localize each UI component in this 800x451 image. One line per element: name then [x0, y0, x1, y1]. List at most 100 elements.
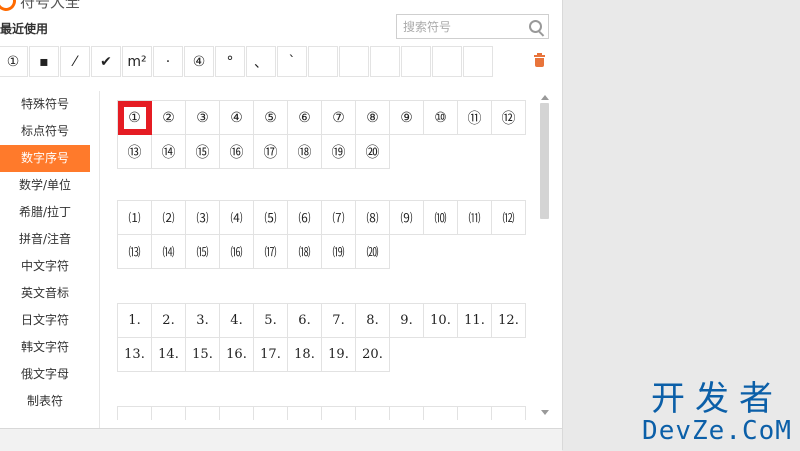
recent-symbol-cell[interactable]: 、: [246, 46, 276, 77]
scroll-up-arrow-icon[interactable]: [541, 95, 549, 100]
sidebar-item[interactable]: 日文字符: [0, 307, 90, 334]
recent-symbol-cell[interactable]: °: [215, 46, 245, 77]
content-scrollbar[interactable]: [538, 91, 552, 419]
sidebar-item[interactable]: 俄文字母: [0, 361, 90, 388]
symbol-cell[interactable]: [424, 407, 458, 420]
symbol-cell-selected[interactable]: ①: [118, 101, 152, 135]
recent-symbol-cell[interactable]: ▪: [29, 46, 59, 77]
symbol-cell[interactable]: 19.: [322, 338, 356, 372]
symbol-cell[interactable]: 20.: [356, 338, 390, 372]
symbol-cell[interactable]: ⑷: [220, 201, 254, 235]
symbol-cell[interactable]: ⒇: [356, 235, 390, 269]
recent-symbol-cell[interactable]: [401, 46, 431, 77]
recent-symbol-cell[interactable]: `: [277, 46, 307, 77]
symbol-cell[interactable]: ⒀: [118, 235, 152, 269]
symbol-cell[interactable]: 8.: [356, 304, 390, 338]
sidebar-item[interactable]: 希腊/拉丁: [0, 199, 90, 226]
symbol-cell[interactable]: 10.: [424, 304, 458, 338]
symbol-cell[interactable]: ⑱: [288, 135, 322, 169]
recent-symbol-cell[interactable]: [370, 46, 400, 77]
scrollbar-thumb[interactable]: [540, 103, 549, 219]
symbol-cell[interactable]: 3.: [186, 304, 220, 338]
symbol-cell[interactable]: ⑩: [424, 101, 458, 135]
symbol-cell[interactable]: [220, 407, 254, 420]
recent-symbol-cell[interactable]: ✔: [91, 46, 121, 77]
symbol-cell[interactable]: ⑽: [424, 201, 458, 235]
symbol-cell[interactable]: ⑬: [118, 135, 152, 169]
symbol-cell[interactable]: ⒆: [322, 235, 356, 269]
symbol-cell[interactable]: ⑧: [356, 101, 390, 135]
symbol-cell[interactable]: ⑮: [186, 135, 220, 169]
symbol-cell[interactable]: [288, 407, 322, 420]
recent-symbol-cell[interactable]: ④: [184, 46, 214, 77]
sidebar-item[interactable]: 英文音标: [0, 280, 90, 307]
symbol-cell[interactable]: 1.: [118, 304, 152, 338]
symbol-cell[interactable]: ⑥: [288, 101, 322, 135]
symbol-cell[interactable]: ⒁: [152, 235, 186, 269]
symbol-cell[interactable]: ⑯: [220, 135, 254, 169]
symbol-cell[interactable]: 7.: [322, 304, 356, 338]
symbol-cell[interactable]: 13.: [118, 338, 152, 372]
symbol-cell[interactable]: [322, 407, 356, 420]
symbol-cell[interactable]: [186, 407, 220, 420]
symbol-cell[interactable]: 9.: [390, 304, 424, 338]
symbol-cell[interactable]: ⒅: [288, 235, 322, 269]
sidebar-item[interactable]: 拼音/注音: [0, 226, 90, 253]
symbol-cell[interactable]: ⑿: [492, 201, 526, 235]
symbol-cell[interactable]: ⑻: [356, 201, 390, 235]
recent-symbol-cell[interactable]: ·: [153, 46, 183, 77]
symbol-cell[interactable]: 4.: [220, 304, 254, 338]
scroll-down-arrow-icon[interactable]: [541, 410, 549, 415]
search-input[interactable]: [397, 15, 534, 38]
symbol-cell[interactable]: ⒄: [254, 235, 288, 269]
search-box[interactable]: [396, 14, 549, 39]
symbol-cell[interactable]: ⑫: [492, 101, 526, 135]
symbol-cell[interactable]: 2.: [152, 304, 186, 338]
sidebar-item[interactable]: 数字序号: [0, 145, 90, 172]
symbol-cell[interactable]: 6.: [288, 304, 322, 338]
sidebar-item[interactable]: 韩文字符: [0, 334, 90, 361]
symbol-cell[interactable]: ⑵: [152, 201, 186, 235]
symbol-cell[interactable]: ⑪: [458, 101, 492, 135]
recent-symbol-cell[interactable]: [308, 46, 338, 77]
symbol-cell[interactable]: 12.: [492, 304, 526, 338]
symbol-cell[interactable]: ⑳: [356, 135, 390, 169]
sidebar-item[interactable]: 数学/单位: [0, 172, 90, 199]
symbol-cell[interactable]: [152, 407, 186, 420]
search-icon[interactable]: [529, 20, 542, 33]
symbol-cell[interactable]: [492, 407, 526, 420]
symbol-cell[interactable]: [254, 407, 288, 420]
symbol-cell[interactable]: [390, 407, 424, 420]
sidebar-item[interactable]: 制表符: [0, 388, 90, 415]
symbol-cell[interactable]: [118, 407, 152, 420]
symbol-cell[interactable]: ⑨: [390, 101, 424, 135]
symbol-cell[interactable]: ⑴: [118, 201, 152, 235]
sidebar-item[interactable]: 标点符号: [0, 118, 90, 145]
symbol-cell[interactable]: [356, 407, 390, 420]
symbol-cell[interactable]: 17.: [254, 338, 288, 372]
symbol-cell[interactable]: 5.: [254, 304, 288, 338]
symbol-cell[interactable]: 18.: [288, 338, 322, 372]
symbol-cell[interactable]: ⑼: [390, 201, 424, 235]
symbol-cell[interactable]: 11.: [458, 304, 492, 338]
recent-symbol-cell[interactable]: ⁄: [60, 46, 90, 77]
symbol-cell[interactable]: 16.: [220, 338, 254, 372]
symbol-cell[interactable]: 15.: [186, 338, 220, 372]
recent-symbol-cell[interactable]: m²: [122, 46, 152, 77]
symbol-cell[interactable]: ②: [152, 101, 186, 135]
symbol-cell[interactable]: ⑾: [458, 201, 492, 235]
recent-symbol-cell[interactable]: [339, 46, 369, 77]
symbol-cell[interactable]: ④: [220, 101, 254, 135]
symbol-cell[interactable]: ⑤: [254, 101, 288, 135]
symbol-cell[interactable]: ③: [186, 101, 220, 135]
symbol-cell[interactable]: ⑺: [322, 201, 356, 235]
recent-symbol-cell[interactable]: [432, 46, 462, 77]
recent-symbol-cell[interactable]: ①: [0, 46, 28, 77]
symbol-cell[interactable]: ⒂: [186, 235, 220, 269]
symbol-cell[interactable]: [458, 407, 492, 420]
symbol-cell[interactable]: ⑦: [322, 101, 356, 135]
trash-icon[interactable]: [534, 53, 545, 67]
symbol-cell[interactable]: ⑭: [152, 135, 186, 169]
symbol-cell[interactable]: ⑲: [322, 135, 356, 169]
sidebar-item[interactable]: 特殊符号: [0, 91, 90, 118]
